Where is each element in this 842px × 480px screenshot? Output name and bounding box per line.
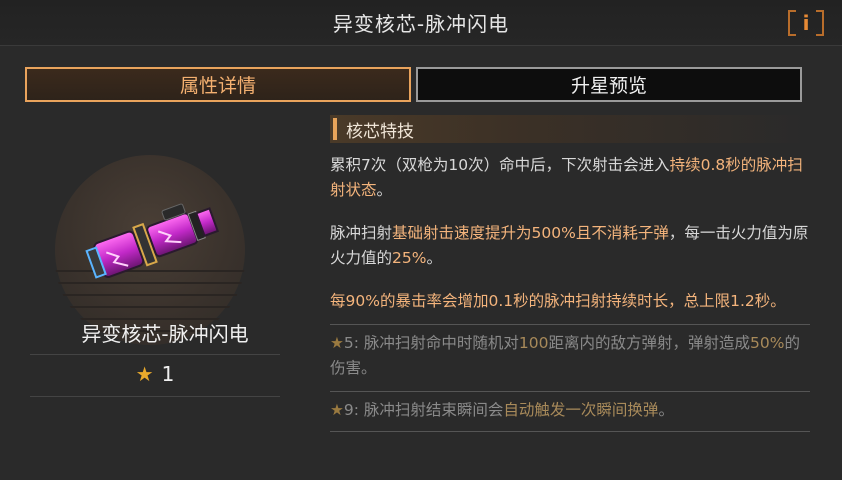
section-title: 核芯特技 xyxy=(346,121,414,142)
star-upgrade-9: ★9: 脉冲扫射结束瞬间会自动触发一次瞬间换弹。 xyxy=(330,391,810,423)
star-icon: ★ xyxy=(330,334,344,352)
highlight-text: 25% xyxy=(392,249,427,267)
tab-star-preview-label: 升星预览 xyxy=(570,75,647,97)
text: 9: 脉冲扫射结束瞬间会 xyxy=(343,401,504,419)
text: 。 xyxy=(658,401,674,419)
star-upgrade-next xyxy=(330,431,810,443)
tab-attributes-label: 属性详情 xyxy=(179,75,256,97)
text: 。 xyxy=(426,249,442,267)
highlight-text: 自动触发一次瞬间换弹 xyxy=(503,401,659,419)
star-level: ★ 1 xyxy=(0,362,310,386)
highlight-text: 基础射击速度提升为500%且不消耗子弹 xyxy=(392,224,669,242)
skill-description-2: 脉冲扫射基础射击速度提升为500%且不消耗子弹，每一击火力值为原火力值的25%。 xyxy=(330,221,810,271)
text: 5: 脉冲扫射命中时随机对 xyxy=(343,334,519,352)
star-count: 1 xyxy=(161,362,175,386)
title-bar: 异变核芯-脉冲闪电 i xyxy=(0,0,842,46)
text: 距离内的敌方弹射，弹射造成 xyxy=(548,334,751,352)
text: 。 xyxy=(376,181,393,199)
text: 累积7次（双枪为10次）命中后，下次射击会进入 xyxy=(330,156,670,174)
item-panel: 异变核芯-脉冲闪电 ★ 1 xyxy=(0,110,310,480)
tab-attributes[interactable]: 属性详情 xyxy=(25,67,411,102)
divider xyxy=(30,396,280,397)
section-marker xyxy=(333,118,337,140)
text: 脉冲扫射 xyxy=(330,224,393,242)
highlight-text: 100 xyxy=(518,334,549,352)
detail-panel: 核芯特技 累积7次（双枪为10次）命中后，下次射击会进入持续0.8秒的脉冲扫射状… xyxy=(330,115,810,480)
tab-star-preview[interactable]: 升星预览 xyxy=(416,67,802,102)
star-icon: ★ xyxy=(135,362,154,386)
skill-description-3: 每90%的暴击率会增加0.1秒的脉冲扫射持续时长，总上限1.2秒。 xyxy=(330,292,786,310)
page-title: 异变核芯-脉冲闪电 xyxy=(332,12,510,36)
divider xyxy=(30,354,280,355)
info-button[interactable]: i xyxy=(788,8,824,38)
star-upgrade-5: ★5: 脉冲扫射命中时随机对100距离内的敌方弹射，弹射造成50%的伤害。 xyxy=(330,324,810,381)
section-header: 核芯特技 xyxy=(330,115,810,143)
skill-description-1: 累积7次（双枪为10次）命中后，下次射击会进入持续0.8秒的脉冲扫射状态。 xyxy=(330,153,810,203)
highlight-text: 50% xyxy=(750,334,785,352)
info-icon: i xyxy=(802,11,810,35)
pulse-core-weapon-icon xyxy=(85,203,219,279)
item-name: 异变核芯-脉冲闪电 xyxy=(81,322,249,346)
star-icon: ★ xyxy=(330,401,344,419)
